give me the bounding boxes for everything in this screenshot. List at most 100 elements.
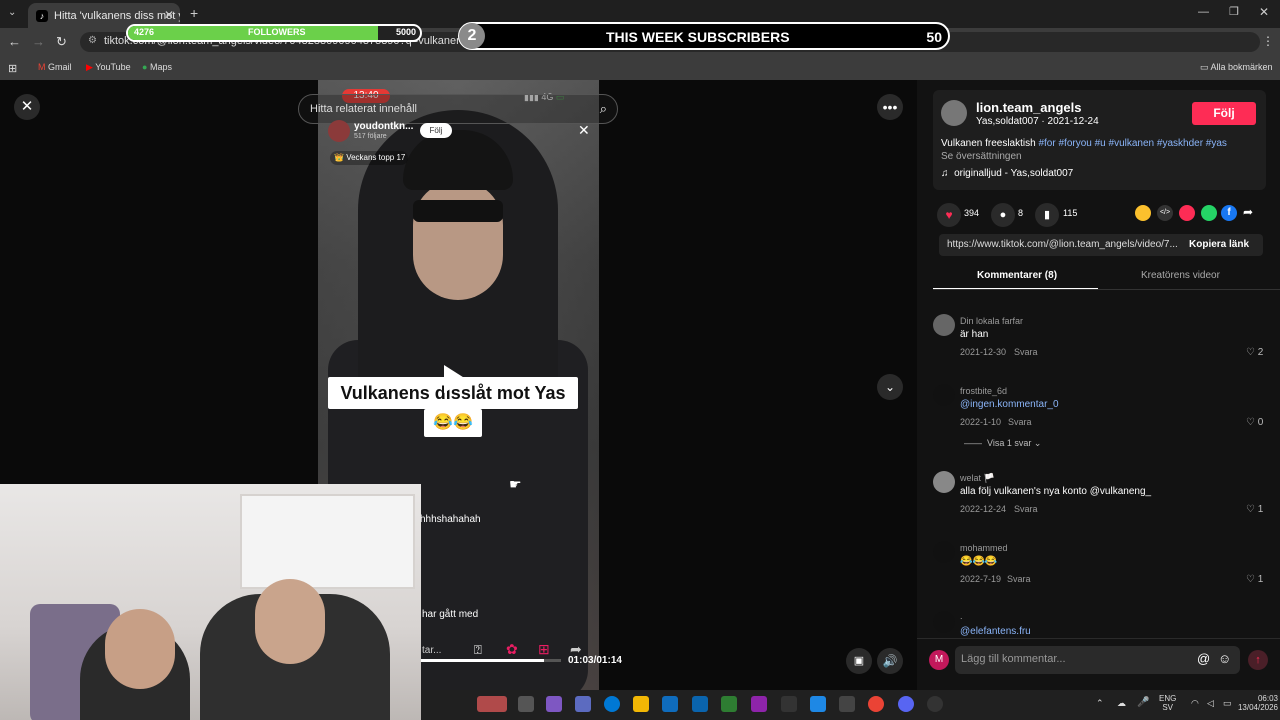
close-window-button[interactable]: ✕: [1259, 5, 1269, 19]
inner-rose-icon: ✿: [506, 641, 518, 657]
close-tab-icon[interactable]: ✕: [164, 8, 174, 22]
forward-icon[interactable]: →: [32, 34, 45, 49]
show-replies[interactable]: —— Visa 1 svar ⌄: [964, 438, 1041, 449]
comment-avatar[interactable]: [933, 384, 955, 406]
author-avatar[interactable]: [941, 100, 967, 126]
volume-icon[interactable]: ◁: [1207, 698, 1214, 709]
search-input[interactable]: Hitta relaterat innehåll ⌕: [298, 94, 618, 124]
mic-icon[interactable]: 🎤: [1137, 697, 1149, 708]
cloud-icon[interactable]: ☁: [1117, 698, 1126, 709]
share-icon[interactable]: ➦: [1243, 205, 1253, 219]
new-tab-button[interactable]: +: [190, 5, 198, 21]
tab-search-icon[interactable]: ⌄: [8, 7, 16, 18]
next-video-button[interactable]: ⌄: [877, 374, 903, 400]
comment-avatar[interactable]: [933, 611, 955, 633]
maps-icon: ●: [142, 62, 148, 72]
clock[interactable]: 06:03 13/04/2026: [1233, 694, 1278, 712]
send-comment-button[interactable]: ↑: [1248, 650, 1268, 670]
apps-icon[interactable]: ⊞: [8, 62, 17, 75]
tab-creator-videos[interactable]: Kreatörens videor: [1141, 270, 1220, 281]
progress-track[interactable]: [421, 659, 561, 662]
subscribers-widget: 2 THIS WEEK SUBSCRIBERS 50: [458, 22, 950, 50]
reply-button[interactable]: Svara: [1014, 504, 1038, 514]
tray-chevron-icon[interactable]: ⌃: [1096, 698, 1104, 709]
comment-user[interactable]: Din lokala farfar: [960, 316, 1023, 326]
comment-user[interactable]: .: [960, 611, 963, 621]
volume-button[interactable]: 🔊: [877, 648, 903, 674]
vpn-icon[interactable]: [721, 696, 737, 712]
reload-icon[interactable]: ↻: [56, 34, 67, 50]
comment-like[interactable]: ♡ 1: [1246, 504, 1263, 515]
language-indicator[interactable]: ENG SV: [1159, 694, 1176, 712]
taskbar-app-icon[interactable]: [839, 696, 855, 712]
taskbar-app-icon[interactable]: [781, 696, 797, 712]
store-icon[interactable]: [662, 696, 678, 712]
comment-text[interactable]: @elefantens.fru: [960, 626, 1031, 637]
like-icon[interactable]: ♥: [937, 203, 961, 227]
taskbar-app-icon[interactable]: [810, 696, 826, 712]
edge-icon[interactable]: [604, 696, 620, 712]
bookmark-youtube[interactable]: ▶ YouTube: [86, 62, 131, 73]
reply-button[interactable]: Svara: [1007, 574, 1031, 584]
translate-link[interactable]: Se översättningen: [941, 151, 1022, 162]
taskbar-app-icon[interactable]: [477, 696, 507, 712]
comment-like[interactable]: ♡ 1: [1246, 574, 1263, 585]
author-name[interactable]: lion.team_angels: [976, 100, 1081, 115]
reply-button[interactable]: Svara: [1014, 347, 1038, 357]
tab-comments[interactable]: Kommentarer (8): [977, 270, 1057, 281]
whatsapp-icon[interactable]: [1201, 205, 1217, 221]
taskbar-app-icon[interactable]: [518, 696, 534, 712]
hashtags[interactable]: #for #foryou #u #vulkanen #yaskhder #yas: [1038, 138, 1226, 149]
comment-icon[interactable]: ●: [991, 203, 1015, 227]
follow-button[interactable]: Följ: [1192, 102, 1256, 125]
comment-like[interactable]: ♡ 0: [1246, 417, 1263, 428]
video-caption-emoji: 😂😂: [424, 409, 482, 437]
teams-icon[interactable]: [575, 696, 591, 712]
site-info-icon[interactable]: ⚙: [88, 35, 97, 46]
bookmark-icon[interactable]: ▮: [1035, 203, 1059, 227]
more-options-button[interactable]: •••: [877, 94, 903, 120]
bookmark-gmail[interactable]: M Gmail: [38, 62, 72, 72]
copilot-icon[interactable]: [546, 696, 562, 712]
comment-user[interactable]: mohammed: [960, 543, 1008, 553]
coin-icon[interactable]: [1135, 205, 1151, 221]
copy-link-button[interactable]: Kopiera länk: [1189, 239, 1249, 250]
comment-avatar[interactable]: [933, 471, 955, 493]
comment-avatar[interactable]: [933, 314, 955, 336]
embed-icon[interactable]: </>: [1157, 205, 1173, 221]
menu-icon[interactable]: ⋮: [1262, 34, 1274, 48]
mention-icon[interactable]: @: [1197, 651, 1210, 666]
back-icon[interactable]: ←: [8, 34, 21, 49]
comment-like[interactable]: ♡ 2: [1246, 347, 1263, 358]
wifi-icon[interactable]: ◠: [1191, 698, 1199, 709]
like-count: 394: [964, 208, 980, 218]
close-video-button[interactable]: ✕: [14, 94, 40, 120]
sound-row[interactable]: ♫ originalljud - Yas,soldat007: [941, 168, 1073, 179]
facebook-icon[interactable]: f: [1221, 205, 1237, 221]
comment-user[interactable]: frostbite_6d: [960, 386, 1007, 396]
comment-input[interactable]: Lägg till kommentar... @ ☺: [955, 646, 1240, 674]
reply-button[interactable]: Svara: [1008, 417, 1032, 427]
save-count: 115: [1063, 208, 1078, 218]
restore-button[interactable]: ❐: [1229, 5, 1239, 18]
chrome-icon[interactable]: [868, 696, 884, 712]
details-panel: lion.team_angels Yas,soldat007 · 2021-12…: [917, 80, 1280, 720]
minimize-button[interactable]: —: [1198, 6, 1209, 18]
taskbar-app-icon[interactable]: [751, 696, 767, 712]
discord-icon[interactable]: [898, 696, 914, 712]
comment-text[interactable]: @ingen.kommentar_0: [960, 399, 1059, 410]
comment-avatar[interactable]: [933, 541, 955, 563]
file-explorer-icon[interactable]: [633, 696, 649, 712]
outlook-icon[interactable]: [692, 696, 708, 712]
search-icon[interactable]: ⌕: [600, 101, 607, 117]
battery-icon[interactable]: ▭: [1223, 698, 1232, 709]
all-bookmarks[interactable]: ▭ Alla bokmärken: [1200, 62, 1273, 73]
bookmark-maps[interactable]: ● Maps: [142, 62, 172, 72]
play-icon[interactable]: [444, 365, 466, 393]
pip-button[interactable]: ▣: [846, 648, 872, 674]
send-icon[interactable]: [1179, 205, 1195, 221]
taskbar-app-icon[interactable]: [927, 696, 943, 712]
comment-user[interactable]: welat 🏳️: [960, 473, 995, 484]
subs-label: THIS WEEK SUBSCRIBERS: [606, 29, 790, 45]
emoji-icon[interactable]: ☺: [1218, 651, 1231, 666]
